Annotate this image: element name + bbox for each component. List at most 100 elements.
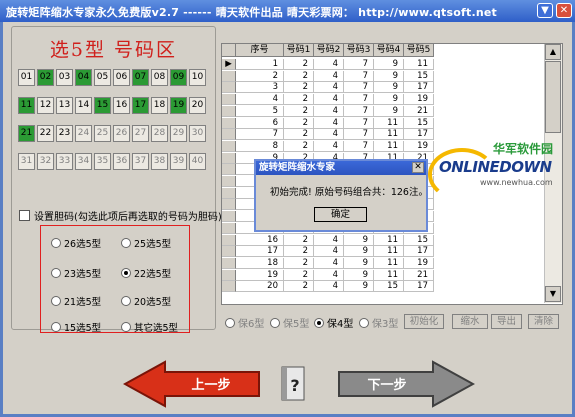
next-button[interactable]: 下一步 bbox=[335, 360, 475, 408]
table-row[interactable]: 5 2 4 7 9 21 bbox=[222, 105, 434, 117]
row-header[interactable] bbox=[222, 199, 236, 211]
table-row[interactable]: 19 2 4 9 11 21 bbox=[222, 269, 434, 281]
number-button[interactable]: 01 bbox=[18, 69, 35, 86]
number-button[interactable]: 30 bbox=[189, 125, 206, 142]
scroll-up-icon[interactable]: ▲ bbox=[545, 44, 561, 60]
row-header[interactable] bbox=[222, 211, 236, 223]
row-header[interactable] bbox=[222, 246, 236, 258]
number-button[interactable]: 23 bbox=[56, 125, 73, 142]
number-button[interactable]: 35 bbox=[94, 153, 111, 170]
reduce-button[interactable]: 缩水 bbox=[452, 314, 488, 329]
help-button[interactable]: ? bbox=[279, 361, 309, 403]
set-bold-row[interactable]: 设置胆码(勾选此项后再选取的号码为胆码) bbox=[19, 208, 222, 223]
table-row[interactable]: 4 2 4 7 9 19 bbox=[222, 94, 434, 106]
row-header[interactable] bbox=[222, 70, 236, 82]
number-button[interactable]: 26 bbox=[113, 125, 130, 142]
number-button[interactable]: 10 bbox=[189, 69, 206, 86]
column-header[interactable]: 号码1 bbox=[284, 44, 314, 57]
scroll-down-icon[interactable]: ▼ bbox=[545, 286, 561, 302]
number-button[interactable]: 34 bbox=[75, 153, 92, 170]
number-button[interactable]: 29 bbox=[170, 125, 187, 142]
table-row[interactable]: 20 2 4 9 15 17 bbox=[222, 281, 434, 293]
row-header[interactable] bbox=[222, 117, 236, 129]
number-button[interactable]: 27 bbox=[132, 125, 149, 142]
number-button[interactable]: 11 bbox=[18, 97, 35, 114]
number-button[interactable]: 28 bbox=[151, 125, 168, 142]
number-button[interactable]: 19 bbox=[170, 97, 187, 114]
number-button[interactable]: 14 bbox=[75, 97, 92, 114]
column-header[interactable]: 号码4 bbox=[374, 44, 404, 57]
number-button[interactable]: 20 bbox=[189, 97, 206, 114]
type-radio[interactable]: 22选5型 bbox=[121, 266, 171, 280]
init-button[interactable]: 初始化 bbox=[404, 314, 444, 329]
row-header[interactable] bbox=[222, 269, 236, 281]
column-header[interactable]: 号码5 bbox=[404, 44, 434, 57]
row-header[interactable] bbox=[222, 176, 236, 187]
number-button[interactable]: 07 bbox=[132, 69, 149, 86]
number-button[interactable]: 37 bbox=[132, 153, 149, 170]
guarantee-radio[interactable]: 保6型 bbox=[225, 315, 264, 330]
row-header[interactable] bbox=[222, 94, 236, 106]
row-header[interactable] bbox=[222, 257, 236, 269]
row-header[interactable] bbox=[222, 234, 236, 246]
number-button[interactable]: 25 bbox=[94, 125, 111, 142]
set-bold-checkbox[interactable] bbox=[19, 210, 30, 221]
number-button[interactable]: 13 bbox=[56, 97, 73, 114]
table-row[interactable]: 8 2 4 7 11 19 bbox=[222, 140, 434, 152]
export-button[interactable]: 导出 bbox=[491, 314, 522, 329]
number-button[interactable]: 04 bbox=[75, 69, 92, 86]
number-button[interactable]: 32 bbox=[37, 153, 54, 170]
number-button[interactable]: 03 bbox=[56, 69, 73, 86]
number-button[interactable]: 02 bbox=[37, 69, 54, 86]
number-button[interactable]: 36 bbox=[113, 153, 130, 170]
close-button[interactable]: ✕ bbox=[556, 3, 572, 18]
number-button[interactable]: 12 bbox=[37, 97, 54, 114]
table-row[interactable]: 6 2 4 7 11 15 bbox=[222, 117, 434, 129]
number-button[interactable]: 18 bbox=[151, 97, 168, 114]
guarantee-radio[interactable]: 保4型 bbox=[314, 315, 353, 330]
row-header[interactable] bbox=[222, 281, 236, 293]
column-header[interactable]: 序号 bbox=[236, 44, 284, 57]
number-button[interactable]: 40 bbox=[189, 153, 206, 170]
number-button[interactable]: 21 bbox=[18, 125, 35, 142]
type-radio[interactable]: 20选5型 bbox=[121, 294, 171, 308]
type-radio[interactable]: 15选5型 bbox=[51, 320, 101, 334]
row-header[interactable] bbox=[222, 222, 236, 234]
guarantee-radio[interactable]: 保3型 bbox=[359, 315, 398, 330]
prev-button[interactable]: 上一步 bbox=[123, 360, 263, 408]
table-row[interactable]: 18 2 4 9 11 19 bbox=[222, 257, 434, 269]
number-button[interactable]: 15 bbox=[94, 97, 111, 114]
number-button[interactable]: 16 bbox=[113, 97, 130, 114]
table-row[interactable]: 16 2 4 9 11 15 bbox=[222, 234, 434, 246]
current-row-icon[interactable]: ▶ bbox=[222, 59, 236, 70]
table-row[interactable]: ▶ 1 2 4 7 9 11 bbox=[222, 59, 434, 70]
table-row[interactable]: 2 2 4 7 9 15 bbox=[222, 70, 434, 82]
number-button[interactable]: 09 bbox=[170, 69, 187, 86]
number-button[interactable]: 31 bbox=[18, 153, 35, 170]
type-radio[interactable]: 23选5型 bbox=[51, 266, 101, 280]
column-header[interactable]: 号码3 bbox=[344, 44, 374, 57]
type-radio[interactable]: 21选5型 bbox=[51, 294, 101, 308]
row-header[interactable] bbox=[222, 82, 236, 94]
number-button[interactable]: 05 bbox=[94, 69, 111, 86]
number-button[interactable]: 17 bbox=[132, 97, 149, 114]
row-header[interactable] bbox=[222, 164, 236, 176]
number-button[interactable]: 06 bbox=[113, 69, 130, 86]
row-header[interactable] bbox=[222, 140, 236, 152]
table-row[interactable]: 17 2 4 9 11 17 bbox=[222, 246, 434, 258]
table-row[interactable]: 3 2 4 7 9 17 bbox=[222, 82, 434, 94]
type-radio[interactable]: 25选5型 bbox=[121, 236, 171, 250]
number-button[interactable]: 38 bbox=[151, 153, 168, 170]
row-header[interactable] bbox=[222, 187, 236, 199]
number-button[interactable]: 24 bbox=[75, 125, 92, 142]
number-button[interactable]: 39 bbox=[170, 153, 187, 170]
dialog-close-button[interactable]: ✕ bbox=[412, 162, 424, 173]
number-button[interactable]: 33 bbox=[56, 153, 73, 170]
table-row[interactable]: 7 2 4 7 11 17 bbox=[222, 129, 434, 141]
number-button[interactable]: 22 bbox=[37, 125, 54, 142]
type-radio[interactable]: 其它选5型 bbox=[121, 320, 178, 334]
row-header[interactable] bbox=[222, 129, 236, 141]
row-header[interactable] bbox=[222, 105, 236, 117]
column-header[interactable]: 号码2 bbox=[314, 44, 344, 57]
row-header[interactable] bbox=[222, 152, 236, 164]
